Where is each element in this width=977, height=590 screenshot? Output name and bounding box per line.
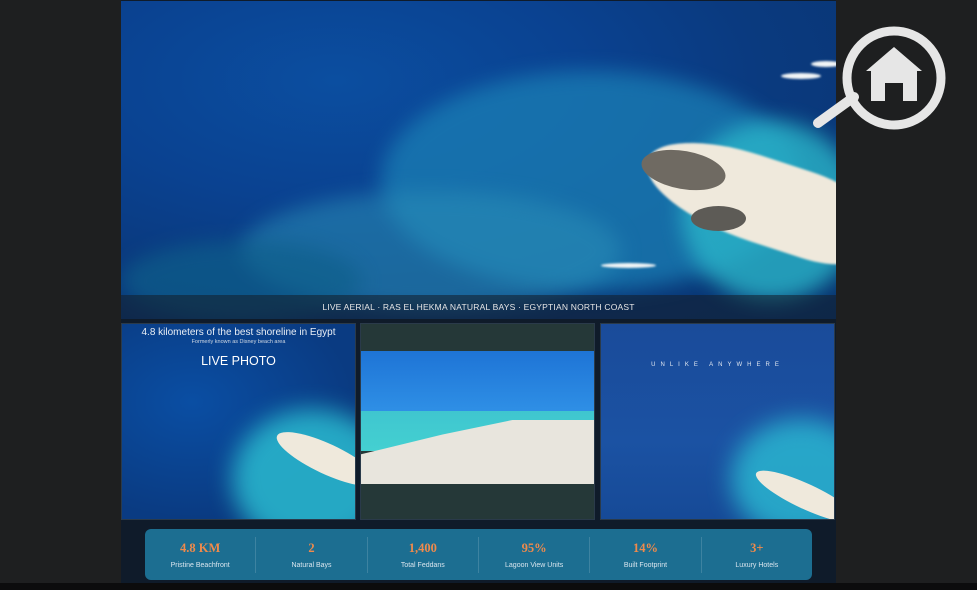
thumb-subline: Formerly known as Disney beach area (191, 339, 286, 345)
sky (361, 351, 594, 413)
stat-item: 1,400 Total Feddans (368, 536, 479, 573)
taskbar-strip (0, 583, 977, 590)
wave-foam (601, 263, 656, 268)
hero-caption: LIVE AERIAL · RAS EL HEKMA NATURAL BAYS … (121, 295, 836, 319)
stat-value: 4.8 KM (180, 540, 221, 555)
stat-label: Pristine Beachfront (170, 561, 230, 569)
stat-label: Natural Bays (291, 561, 332, 569)
stat-label: Total Feddans (400, 561, 445, 569)
thumb-live-photo-label: LIVE PHOTO (201, 354, 276, 368)
stats-bar: 4.8 KM Pristine Beachfront 2 Natural Bay… (145, 529, 812, 580)
thumb-headline: 4.8 kilometers of the best shoreline in … (141, 327, 336, 338)
gallery-thumb-unlike-anywhere[interactable]: UNLIKE ANYWHERE (600, 323, 835, 520)
stat-label: Lagoon View Units (505, 561, 564, 569)
stat-value: 1,400 (408, 540, 437, 555)
main-content: LIVE AERIAL · RAS EL HEKMA NATURAL BAYS … (121, 0, 836, 590)
stat-label: Luxury Hotels (735, 561, 779, 569)
stat-item: 3+ Luxury Hotels (702, 537, 812, 573)
stat-item: 2 Natural Bays (256, 536, 368, 573)
home-search-icon (812, 25, 952, 135)
stat-item: 95% Lagoon View Units (479, 536, 591, 573)
stat-value: 3+ (750, 540, 764, 555)
stat-value: 14% (632, 540, 658, 555)
stat-item: 14% Built Footprint (590, 536, 702, 573)
stat-value: 2 (308, 540, 315, 555)
stat-item: 4.8 KM Pristine Beachfront (145, 536, 257, 573)
rock-outcrop (691, 206, 746, 231)
stat-value: 95% (521, 540, 547, 555)
gallery-thumb-live-photo[interactable]: 4.8 kilometers of the best shoreline in … (121, 323, 356, 520)
gallery-thumb-beach[interactable] (360, 323, 595, 520)
hero-aerial-image: LIVE AERIAL · RAS EL HEKMA NATURAL BAYS … (121, 1, 836, 319)
thumb-tagline: UNLIKE ANYWHERE (651, 362, 784, 368)
stat-label: Built Footprint (623, 561, 668, 569)
